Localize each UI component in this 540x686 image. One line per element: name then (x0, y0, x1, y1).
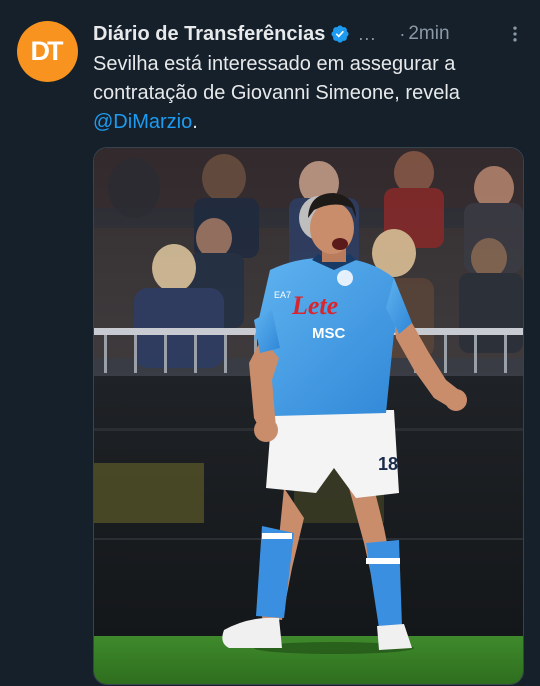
tweet-media-photo[interactable]: 18 Lete MSC EA7 (93, 147, 524, 685)
shirt-number: 18 (378, 454, 398, 474)
tweet[interactable]: DT Diário de Transferências ... · 2min S… (0, 0, 540, 686)
tweet-text: Sevilha está interessado em assegurar a … (93, 50, 528, 137)
player-celebration-image: 18 Lete MSC EA7 (94, 148, 523, 684)
avatar[interactable]: DT (17, 21, 78, 82)
avatar-initials: DT (30, 36, 64, 66)
verified-badge-icon (330, 24, 350, 44)
mention-link[interactable]: @DiMarzio (93, 111, 192, 133)
jersey-sponsor: Lete (291, 291, 338, 320)
tweet-header: Diário de Transferências ... · 2min (93, 20, 528, 48)
display-name[interactable]: Diário de Transferências (93, 23, 325, 46)
timestamp[interactable]: 2min (408, 23, 449, 45)
kit-brand: EA7 (274, 290, 291, 300)
tweet-text-end: . (192, 111, 198, 133)
name-truncation: ... (358, 23, 377, 44)
separator-dot: · (399, 23, 406, 44)
more-options-icon[interactable] (502, 21, 528, 47)
tweet-text-body: Sevilha está interessado em assegurar a … (93, 53, 460, 104)
jersey-partner: MSC (312, 325, 346, 342)
